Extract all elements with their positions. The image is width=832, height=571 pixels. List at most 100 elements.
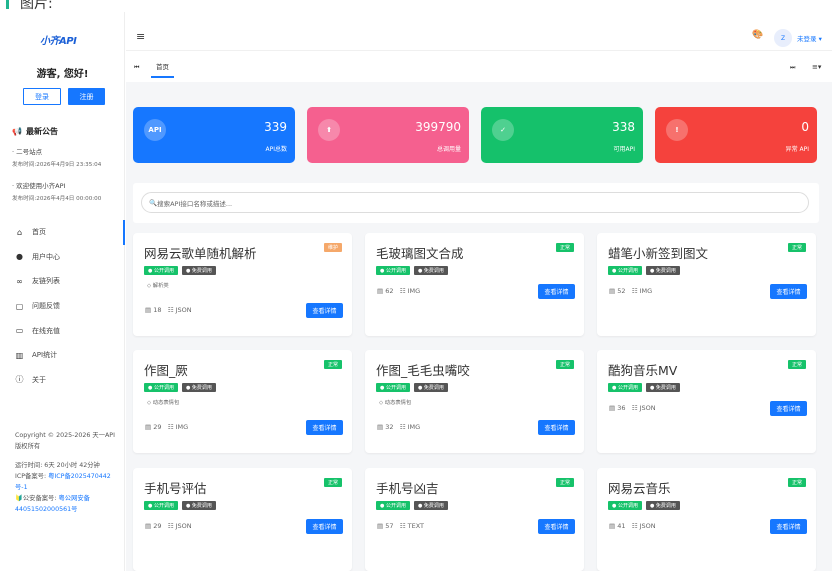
database-icon: ▤ — [377, 423, 384, 431]
public-tag: ● 公开调用 — [608, 501, 642, 510]
stat-card: API 339 API总数 — [133, 107, 295, 163]
return-format: JSON — [639, 522, 656, 530]
api-card-title[interactable]: 网易云音乐 — [608, 478, 671, 497]
tag-group: ● 公开调用 ● 免费调用 — [144, 501, 216, 510]
view-detail-button[interactable]: 查看详情 — [538, 420, 575, 435]
public-tag: ● 公开调用 — [376, 383, 410, 392]
sidebar-item-feedback[interactable]: ▢ 问题反馈 — [0, 294, 125, 319]
user-icon: ● — [16, 252, 23, 262]
caption-strip: 图片: — [0, 0, 832, 12]
public-tag: ● 公开调用 — [376, 266, 410, 275]
api-card[interactable]: 网易云音乐 正常 ● 公开调用 ● 免费调用 ▤ 41 ☷ JSON 查看详情 — [597, 468, 816, 571]
search-panel: 🔍 搜索API接口名称或描述... — [133, 183, 819, 223]
police-badge-icon: 🔰 — [15, 495, 23, 502]
sidebar-item-label: 用户中心 — [32, 252, 60, 261]
notice-item[interactable]: · 欢迎使用小齐API 发布时间:2026年4月4日 00:00:00 — [12, 180, 101, 202]
status-badge: 正常 — [787, 478, 806, 487]
api-card-title[interactable]: 毛玻璃图文合成 — [376, 243, 464, 262]
footer-info: Copyright © 2025-2026 天一API 版权所有 运行时间: 6… — [15, 430, 121, 515]
status-badge: 正常 — [555, 243, 574, 252]
tag-icon: ◇ — [147, 400, 152, 406]
megaphone-icon: 📢 — [12, 127, 22, 136]
api-card-title[interactable]: 蜡笔小新签到图文 — [608, 243, 708, 262]
api-meta: ▤ 62 ☷ IMG — [377, 287, 420, 295]
hamburger-menu-icon[interactable]: ≡ — [136, 30, 145, 43]
register-button[interactable]: 注册 — [68, 88, 105, 105]
icp-record: ICP备案号: 粤ICP备2025470442号-1 — [15, 471, 121, 493]
avatar[interactable]: Z — [774, 29, 792, 47]
api-card[interactable]: 手机号评估 正常 ● 公开调用 ● 免费调用 ▤ 29 ☷ JSON 查看详情 — [133, 468, 352, 571]
user-dropdown[interactable]: 未登录 ▾ — [797, 33, 822, 43]
stat-value: 339 — [264, 120, 287, 134]
view-detail-button[interactable]: 查看详情 — [538, 519, 575, 534]
public-tag: ● 公开调用 — [608, 383, 642, 392]
sidebar-item-links[interactable]: ∞ 友链列表 — [0, 269, 125, 294]
tag-group: ● 公开调用 ● 免费调用 — [144, 266, 216, 275]
sidebar-item-home[interactable]: ⌂ 首页 — [0, 220, 125, 245]
sidebar: 小齐API 游客, 您好! 登录 注册 📢 最新公告 · 二号站点 发布时间:2… — [0, 12, 125, 571]
sidebar-item-api-stats[interactable]: ▥ API统计 — [0, 343, 125, 368]
database-icon: ▤ — [145, 306, 152, 314]
api-card-title[interactable]: 手机号凶吉 — [376, 478, 439, 497]
call-count: 41 — [617, 522, 626, 530]
public-tag: ● 公开调用 — [376, 501, 410, 510]
database-icon: ▤ — [377, 287, 384, 295]
api-card[interactable]: 网易云歌单随机解析 维护 ● 公开调用 ● 免费调用 ◇ 解析类 ▤ 18 ☷ JSON 查… — [133, 233, 352, 336]
api-card-title[interactable]: 手机号评估 — [144, 478, 207, 497]
public-tag: ● 公开调用 — [144, 266, 178, 275]
tag-group: ● 公开调用 ● 免费调用 — [376, 383, 448, 392]
api-card[interactable]: 酷狗音乐MV 正常 ● 公开调用 ● 免费调用 ▤ 36 ☷ JSON 查看详情 — [597, 350, 816, 453]
call-count: 18 — [153, 306, 162, 314]
view-detail-button[interactable]: 查看详情 — [770, 401, 807, 416]
category-label: ◇ 解析类 — [147, 283, 169, 289]
public-tag: ● 公开调用 — [144, 501, 178, 510]
call-count: 36 — [617, 404, 626, 412]
search-input[interactable]: 🔍 搜索API接口名称或描述... — [141, 192, 809, 213]
tab-home[interactable]: 首页 — [151, 56, 174, 78]
free-tag: ● 免费调用 — [645, 501, 680, 510]
view-detail-button[interactable]: 查看详情 — [306, 420, 343, 435]
stat-label: API总数 — [265, 146, 288, 153]
api-meta: ▤ 52 ☷ IMG — [609, 287, 652, 295]
copyright: Copyright © 2025-2026 天一API 版权所有 — [15, 432, 115, 450]
public-tag: ● 公开调用 — [144, 383, 178, 392]
view-detail-button[interactable]: 查看详情 — [306, 303, 343, 318]
api-card[interactable]: 蜡笔小新签到图文 正常 ● 公开调用 ● 免费调用 ▤ 52 ☷ IMG 查看详情 — [597, 233, 816, 336]
palette-icon[interactable]: 🎨 — [752, 30, 763, 40]
tag-icon: ◇ — [147, 283, 152, 289]
call-count: 29 — [153, 522, 162, 530]
tab-scroll-left-icon[interactable]: ⏮ — [134, 64, 139, 72]
stat-value: 0 — [801, 120, 809, 134]
stat-card: ✓ 338 可用API — [481, 107, 643, 163]
api-card[interactable]: 手机号凶吉 正常 ● 公开调用 ● 免费调用 ▤ 57 ☷ TEXT 查看详情 — [365, 468, 584, 571]
sidebar-item-label: 问题反馈 — [32, 302, 60, 311]
api-card-title[interactable]: 作图_厥 — [144, 360, 188, 379]
login-button[interactable]: 登录 — [23, 88, 61, 105]
stat-label: 总调用量 — [436, 146, 461, 153]
view-detail-button[interactable]: 查看详情 — [306, 519, 343, 534]
logo-text: 小齐API — [40, 36, 77, 47]
notice-item[interactable]: · 二号站点 发布时间:2026年4月9日 23:35:04 — [12, 146, 101, 168]
sidebar-item-user-center[interactable]: ● 用户中心 — [0, 245, 125, 270]
home-icon: ⌂ — [16, 227, 23, 237]
site-logo[interactable]: 小齐API — [40, 29, 86, 51]
api-card[interactable]: 作图_厥 正常 ● 公开调用 ● 免费调用 ◇ 动态表情包 ▤ 29 ☷ IMG 查看详情 — [133, 350, 352, 453]
tab-menu-icon[interactable]: ≡▾ — [812, 63, 821, 71]
tab-scroll-right-icon[interactable]: ⏭ — [790, 64, 795, 72]
api-card-title[interactable]: 网易云歌单随机解析 — [144, 243, 257, 262]
api-card-title[interactable]: 酷狗音乐MV — [608, 360, 677, 379]
api-card[interactable]: 毛玻璃图文合成 正常 ● 公开调用 ● 免费调用 ▤ 62 ☷ IMG 查看详情 — [365, 233, 584, 336]
api-card[interactable]: 作图_毛毛虫嘴咬 正常 ● 公开调用 ● 免费调用 ◇ 动态表情包 ▤ 32 ☷ IMG 查… — [365, 350, 584, 453]
view-detail-button[interactable]: 查看详情 — [770, 519, 807, 534]
view-detail-button[interactable]: 查看详情 — [538, 284, 575, 299]
stat-icon: ✓ — [492, 119, 514, 141]
stat-value: 399790 — [415, 120, 461, 134]
view-detail-button[interactable]: 查看详情 — [770, 284, 807, 299]
sidebar-item-recharge[interactable]: ▭ 在线充值 — [0, 318, 125, 343]
main-content: API 339 API总数 ⬆ 399790 总调用量 ✓ 338 可用API! 0 异常 API … — [126, 82, 832, 571]
api-card-title[interactable]: 作图_毛毛虫嘴咬 — [376, 360, 470, 379]
tag-group: ● 公开调用 ● 免费调用 — [376, 266, 448, 275]
sidebar-item-about[interactable]: ⓘ 关于 — [0, 368, 125, 393]
sidebar-item-label: 在线充值 — [32, 326, 60, 335]
return-format: IMG — [175, 423, 189, 431]
